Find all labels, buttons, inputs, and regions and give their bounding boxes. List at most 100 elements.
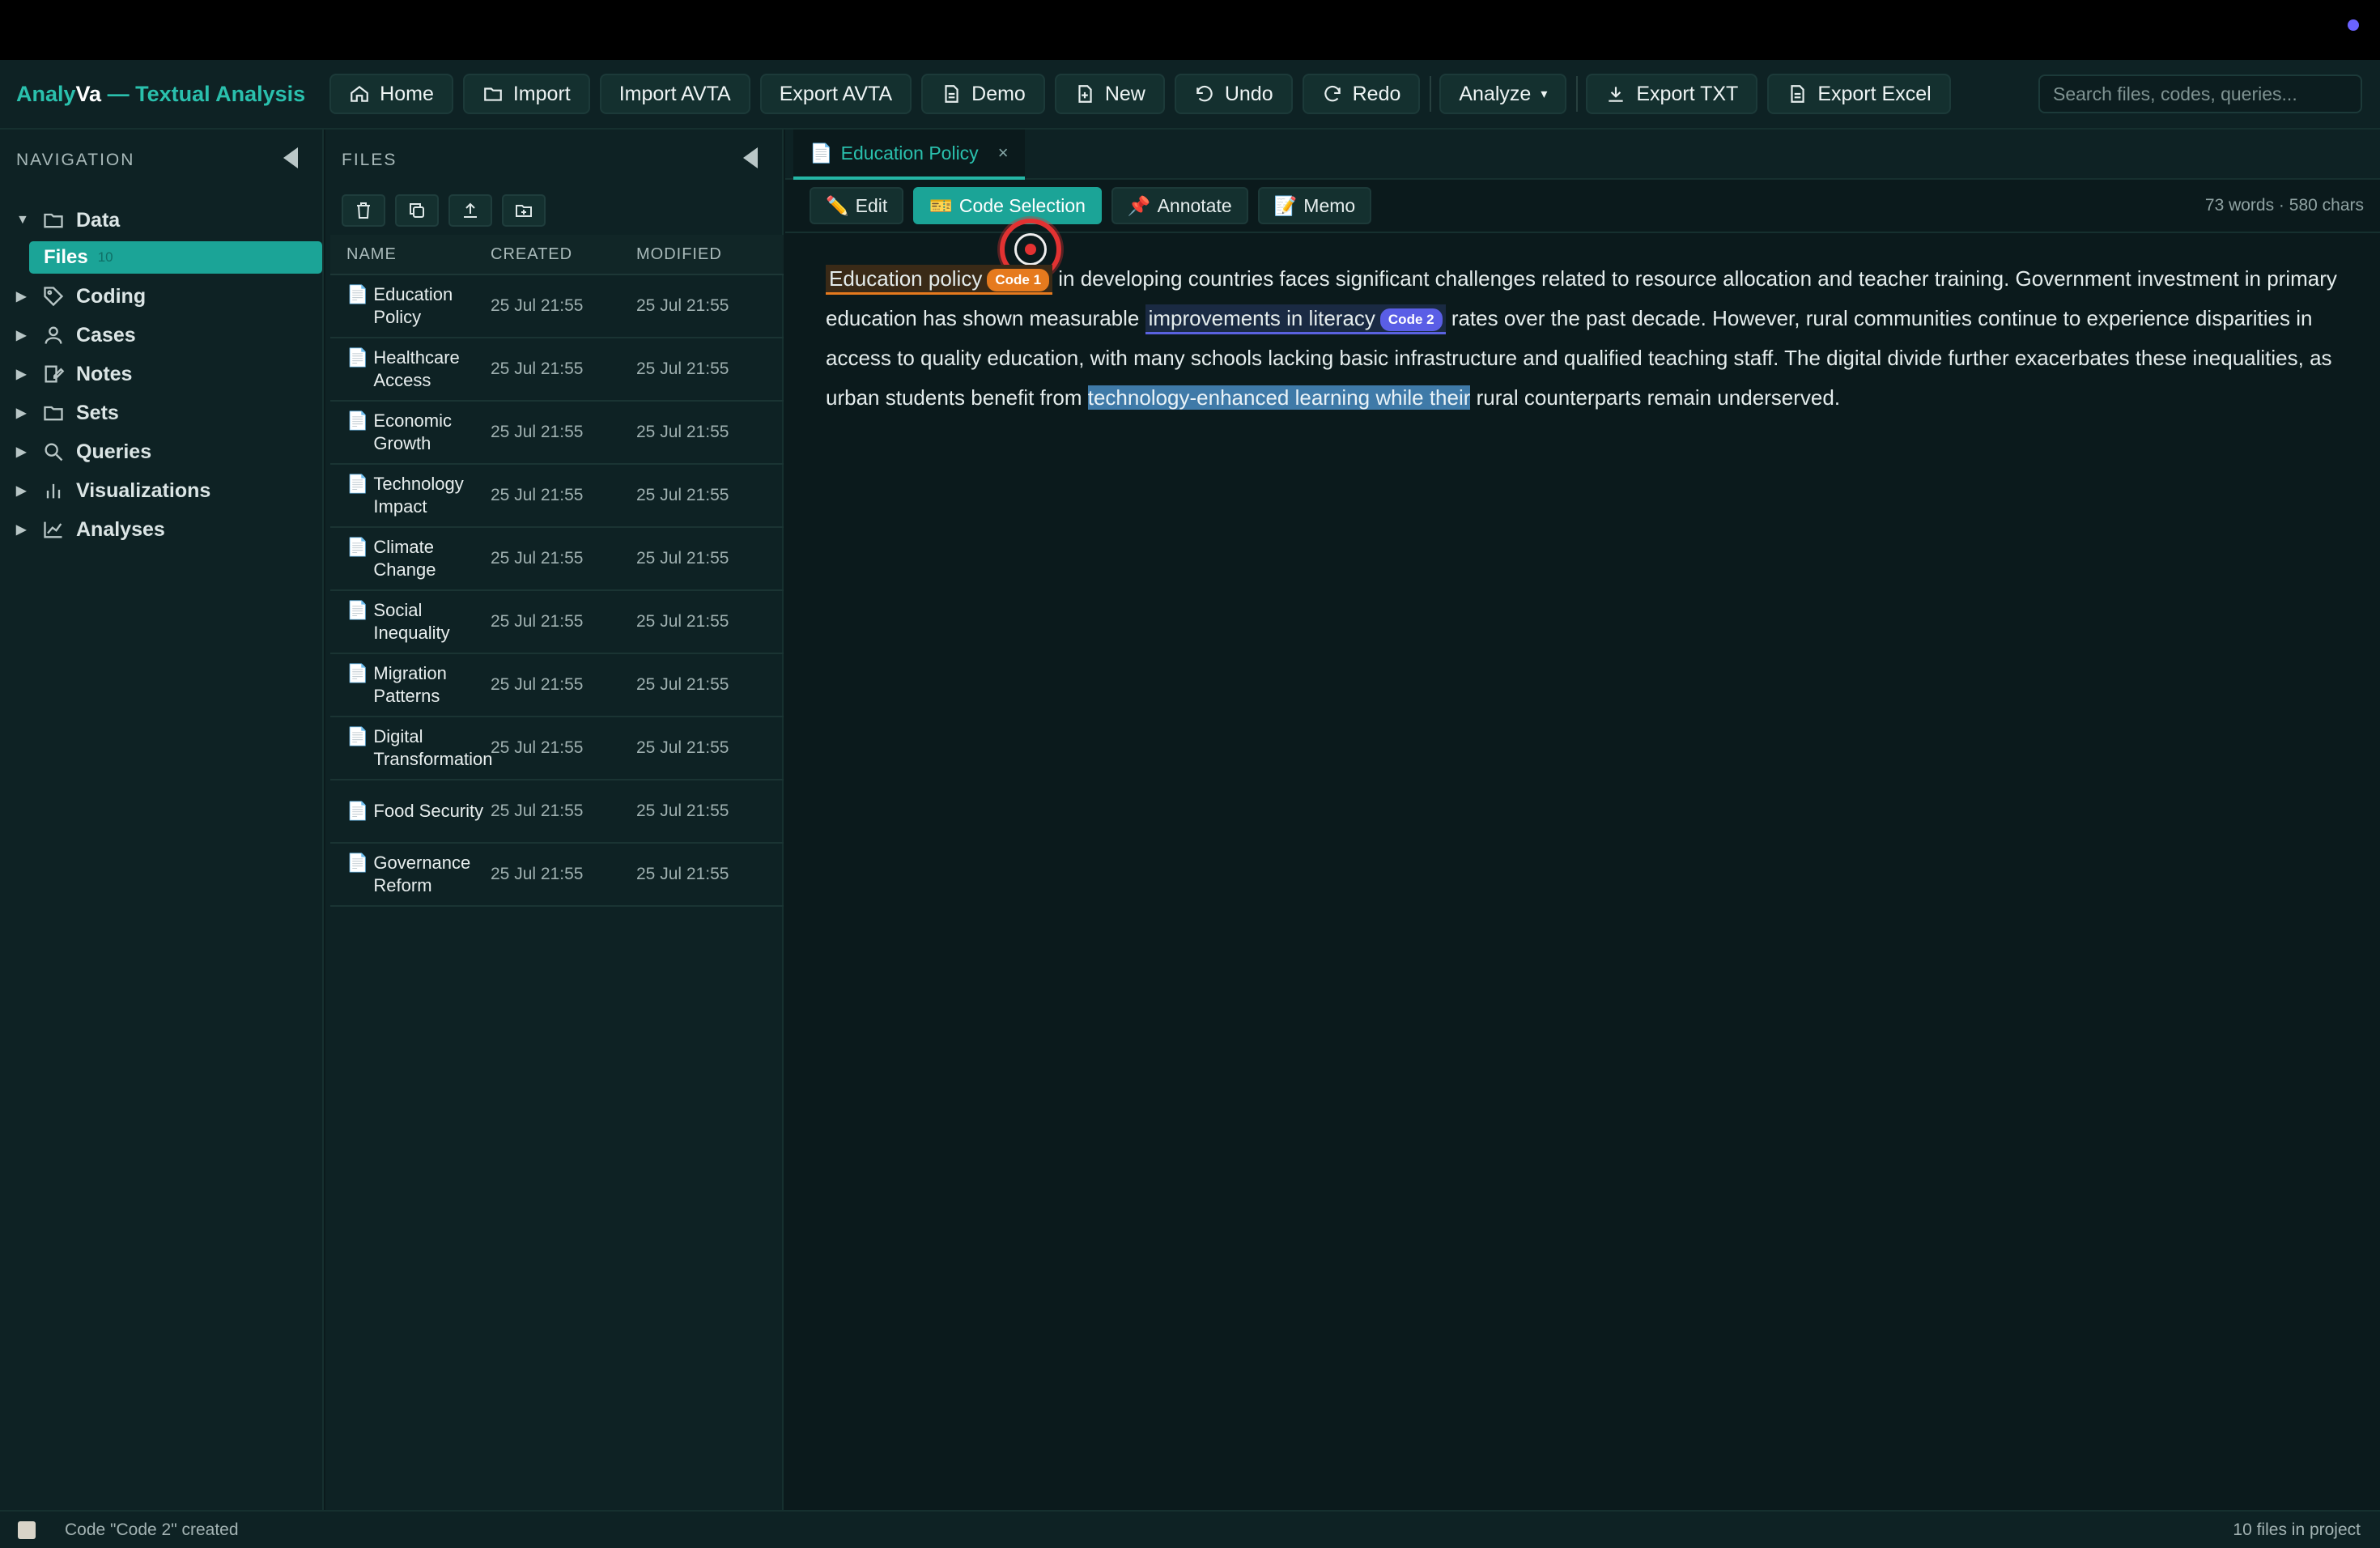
navigation-panel: NAVIGATION ▼ Data Files 10 ▶ Coding ▶ Ca…	[0, 130, 324, 1510]
app-brand: AnalyVa — Textual Analysis	[16, 82, 305, 107]
new-button[interactable]: New	[1054, 74, 1165, 114]
document-editor: 📄 Education Policy × ✏️ Edit 🎫 Code Select…	[785, 130, 2380, 1510]
file-created: 25 Jul 21:55	[491, 359, 584, 378]
analyze-dropdown[interactable]: Analyze ▾	[1439, 74, 1567, 114]
selected-text[interactable]: technology-enhanced learning while their	[1087, 385, 1471, 410]
editor-tab-bar: 📄 Education Policy ×	[785, 130, 2380, 180]
nav-item-coding[interactable]: ▶ Coding	[0, 277, 324, 316]
document-icon: 📄	[346, 284, 369, 304]
demo-button[interactable]: Demo	[921, 74, 1045, 114]
undo-icon	[1196, 85, 1213, 102]
nav-item-cases[interactable]: ▶ Cases	[0, 316, 324, 355]
file-row[interactable]: 📄 Technology Impact 25 Jul 21:55 25 Jul 21:…	[330, 465, 784, 528]
upload-icon	[464, 202, 477, 218]
nav-item-queries[interactable]: ▶ Queries	[0, 432, 324, 471]
coded-segment-2[interactable]: improvements in literacy Code 2	[1145, 304, 1446, 334]
tab-education-policy[interactable]: 📄 Education Policy ×	[793, 130, 1025, 180]
export-excel-button[interactable]: Export Excel	[1767, 74, 1951, 114]
file-row[interactable]: 📄 Climate Change 25 Jul 21:55 25 Jul 21:55	[330, 528, 784, 591]
delete-file-button[interactable]	[342, 194, 385, 227]
file-name: Healthcare Access	[373, 347, 460, 390]
redo-button[interactable]: Redo	[1302, 74, 1421, 114]
download-icon	[1609, 87, 1624, 102]
navigation-title: NAVIGATION	[16, 151, 135, 169]
file-row[interactable]: 📄 Digital Transformation 25 Jul 21:55 25 Ju…	[330, 717, 784, 780]
nav-item-files[interactable]: Files 10	[29, 241, 322, 274]
nav-item-notes[interactable]: ▶ Notes	[0, 355, 324, 393]
spreadsheet-icon	[1791, 85, 1804, 103]
column-header-modified[interactable]: MODIFIED	[636, 245, 782, 264]
collapsed-arrow-icon: ▶	[16, 368, 27, 381]
nav-files-label: Files	[44, 246, 88, 268]
coded-segment-2-text: improvements in literacy	[1148, 306, 1375, 330]
collapsed-arrow-icon: ▶	[16, 523, 27, 537]
file-name-cell: 📄 Education Policy	[330, 283, 491, 329]
files-table-body: 📄 Education Policy 25 Jul 21:55 25 Jul 21:5…	[330, 275, 784, 907]
bar-chart-icon	[46, 483, 61, 499]
nav-tree: ▼ Data Files 10 ▶ Coding ▶ Cases ▶ Notes…	[0, 201, 324, 549]
home-button[interactable]: Home	[329, 74, 453, 114]
expanded-arrow-icon: ▼	[16, 213, 29, 227]
file-row[interactable]: 📄 Migration Patterns 25 Jul 21:55 25 Jul 21…	[330, 654, 784, 717]
file-name: Governance Reform	[373, 853, 471, 895]
document-icon: 📄	[346, 537, 369, 557]
file-name-cell: 📄 Food Security	[330, 800, 491, 823]
file-name: Social Inequality	[373, 600, 450, 643]
document-text[interactable]: Education policy Code 1 in developing cou…	[826, 259, 2356, 418]
collapse-files-icon[interactable]	[743, 147, 758, 168]
export-txt-button[interactable]: Export TXT	[1586, 74, 1758, 114]
file-created: 25 Jul 21:55	[491, 296, 584, 315]
window-top-bar	[0, 0, 2380, 60]
upload-file-button[interactable]	[448, 194, 492, 227]
ticket-icon: 🎫	[929, 194, 953, 216]
close-icon[interactable]: ×	[998, 142, 1009, 164]
edit-label: Edit	[855, 194, 888, 216]
undo-button[interactable]: Undo	[1174, 74, 1293, 114]
click-indicator-dot	[1025, 244, 1036, 255]
file-modified: 25 Jul 21:55	[636, 359, 729, 378]
export-avta-button[interactable]: Export AVTA	[759, 74, 912, 114]
code-selection-button[interactable]: 🎫 Code Selection	[913, 187, 1102, 224]
import-avta-button[interactable]: Import AVTA	[599, 74, 750, 114]
collapse-navigation-icon[interactable]	[283, 147, 298, 168]
file-modified: 25 Jul 21:55	[636, 296, 729, 315]
coded-segment-1[interactable]: Education policy Code 1	[826, 265, 1053, 295]
import-avta-label: Import AVTA	[618, 82, 731, 105]
new-folder-button[interactable]	[502, 194, 546, 227]
file-modified: 25 Jul 21:55	[636, 738, 729, 757]
file-name-cell: 📄 Climate Change	[330, 536, 491, 581]
main-toolbar: AnalyVa — Textual Analysis Home Import I…	[0, 60, 2380, 130]
column-header-name[interactable]: NAME	[330, 245, 491, 264]
code-badge-2[interactable]: Code 2	[1379, 308, 1443, 331]
file-row[interactable]: 📄 Economic Growth 25 Jul 21:55 25 Jul 21:55	[330, 402, 784, 465]
file-created: 25 Jul 21:55	[491, 738, 584, 757]
duplicate-file-button[interactable]	[395, 194, 439, 227]
column-header-created[interactable]: CREATED	[491, 245, 636, 264]
file-count-status: 10 files in project	[2233, 1520, 2361, 1539]
code-badge-1[interactable]: Code 1	[987, 269, 1050, 291]
document-icon: 📄	[346, 853, 369, 873]
pencil-icon: ✏️	[826, 194, 849, 216]
edit-mode-button[interactable]: ✏️ Edit	[810, 187, 904, 224]
nav-item-visualizations[interactable]: ▶ Visualizations	[0, 471, 324, 510]
file-row[interactable]: 📄 Food Security 25 Jul 21:55 25 Jul 21:55	[330, 780, 784, 844]
file-row[interactable]: 📄 Healthcare Access 25 Jul 21:55 25 Jul 21:…	[330, 338, 784, 402]
file-row[interactable]: 📄 Social Inequality 25 Jul 21:55 25 Jul 21:…	[330, 591, 784, 654]
collapsed-arrow-icon: ▶	[16, 484, 27, 498]
nav-item-data[interactable]: ▼ Data	[0, 201, 324, 240]
memo-icon: 📝	[1273, 194, 1298, 216]
file-row[interactable]: 📄 Governance Reform 25 Jul 21:55 25 Jul 21:…	[330, 844, 784, 907]
search-input[interactable]	[2038, 74, 2362, 113]
new-label: New	[1104, 82, 1145, 105]
status-bar: Code "Code 2" created 10 files in projec…	[0, 1510, 2380, 1548]
file-name-cell: 📄 Technology Impact	[330, 473, 491, 518]
memo-button[interactable]: 📝 Memo	[1257, 187, 1372, 224]
nav-item-analyses[interactable]: ▶ Analyses	[0, 510, 324, 549]
mode-bar: ✏️ Edit 🎫 Code Selection 📌 Annotate 📝 Memo 7…	[785, 180, 2380, 280]
import-button[interactable]: Import	[462, 74, 590, 114]
annotate-button[interactable]: 📌 Annotate	[1111, 187, 1248, 224]
nav-item-label: Cases	[76, 323, 136, 347]
document-icon: 📄	[346, 410, 369, 431]
file-row[interactable]: 📄 Education Policy 25 Jul 21:55 25 Jul 21:5…	[330, 275, 784, 338]
nav-item-sets[interactable]: ▶ Sets	[0, 393, 324, 432]
